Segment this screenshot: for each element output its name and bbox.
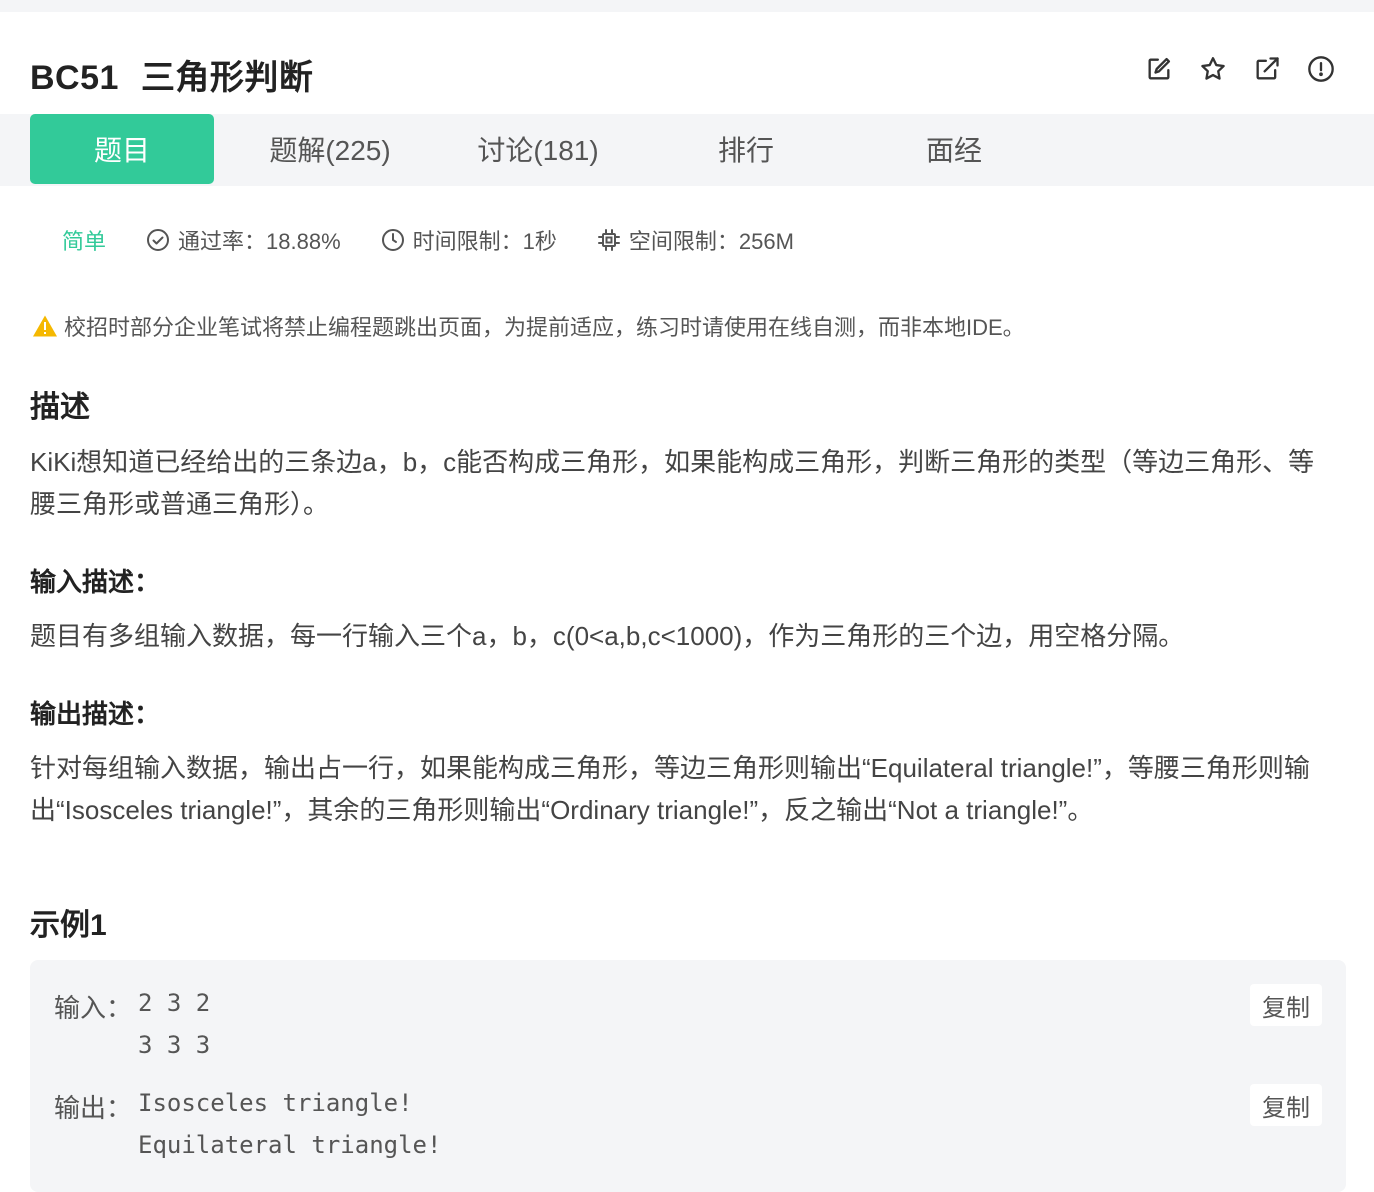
pass-rate-text: 通过率：18.88% (178, 229, 341, 254)
warning-text: 校招时部分企业笔试将禁止编程题跳出页面，为提前适应，练习时请使用在线自测，而非本… (64, 315, 1025, 340)
clock-icon (381, 229, 404, 251)
space-limit: 空间限制：256M (597, 224, 794, 256)
star-icon[interactable] (1198, 54, 1228, 84)
warning-icon (33, 315, 57, 337)
page-title: BC51 三角形判断 (30, 50, 313, 99)
example-title: 示例1 (30, 909, 107, 942)
copy-input-button[interactable]: 复制 (1250, 984, 1322, 1026)
problem-header: BC51 三角形判断 (30, 44, 1344, 100)
top-strip (0, 0, 1374, 12)
tab-solutions[interactable]: 题解(225) (238, 114, 422, 184)
report-icon[interactable] (1306, 54, 1336, 84)
edit-icon[interactable] (1144, 54, 1174, 84)
pass-rate: 通过率：18.88% (146, 224, 341, 256)
problem-code: BC51 (30, 59, 119, 97)
tab-ranking[interactable]: 排行 (654, 114, 838, 184)
output-title: 输出描述： (30, 699, 161, 729)
difficulty-badge: 简单 (62, 229, 107, 254)
example-input-line: 3 3 3 (138, 1031, 211, 1059)
example-box: 输入： 2 3 2 3 3 3 复制 输出： Isosceles triangle… (30, 960, 1346, 1192)
time-limit: 时间限制：1秒 (381, 224, 557, 256)
check-circle-icon (147, 229, 170, 251)
example-output-code: Isosceles triangle! Equilateral triangle! (138, 1082, 441, 1166)
tab-discussion[interactable]: 讨论(181) (446, 114, 630, 184)
tab-bar: 题目 题解(225) 讨论(181) 排行 面经 (0, 114, 1374, 186)
copy-output-button[interactable]: 复制 (1250, 1084, 1322, 1126)
chip-icon (597, 229, 620, 251)
tab-interview[interactable]: 面经 (862, 114, 1046, 184)
example-input-code: 2 3 2 3 3 3 (138, 982, 210, 1066)
warning-notice: 校招时部分企业笔试将禁止编程题跳出页面，为提前适应，练习时请使用在线自测，而非本… (32, 310, 1025, 342)
problem-title: 三角形判断 (140, 59, 314, 97)
output-text: 针对每组输入数据，输出占一行，如果能构成三角形，等边三角形则输出“Equilat… (30, 753, 1310, 825)
external-link-icon[interactable] (1252, 54, 1282, 84)
example-input-label: 输入： (54, 993, 133, 1023)
input-text: 题目有多组输入数据，每一行输入三个a，b，c(0<a,b,c<1000)，作为三… (30, 621, 1185, 651)
problem-meta: 简单 通过率：18.88% 时间限制：1秒 空间限制：256M (62, 222, 834, 258)
time-limit-text: 时间限制：1秒 (412, 229, 557, 254)
description-title: 描述 (30, 391, 90, 424)
description-text: KiKi想知道已经给出的三条边a，b，c能否构成三角形，如果能构成三角形，判断三… (30, 447, 1315, 519)
example-output-label: 输出： (54, 1093, 133, 1123)
example-output-line: Equilateral triangle! (138, 1131, 442, 1159)
header-actions (1144, 54, 1336, 84)
example-output-line: Isosceles triangle! (138, 1089, 413, 1117)
space-limit-text: 空间限制：256M (628, 229, 794, 254)
input-title: 输入描述： (30, 567, 161, 597)
tab-problem[interactable]: 题目 (30, 114, 214, 184)
example-input-line: 2 3 2 (138, 989, 211, 1017)
